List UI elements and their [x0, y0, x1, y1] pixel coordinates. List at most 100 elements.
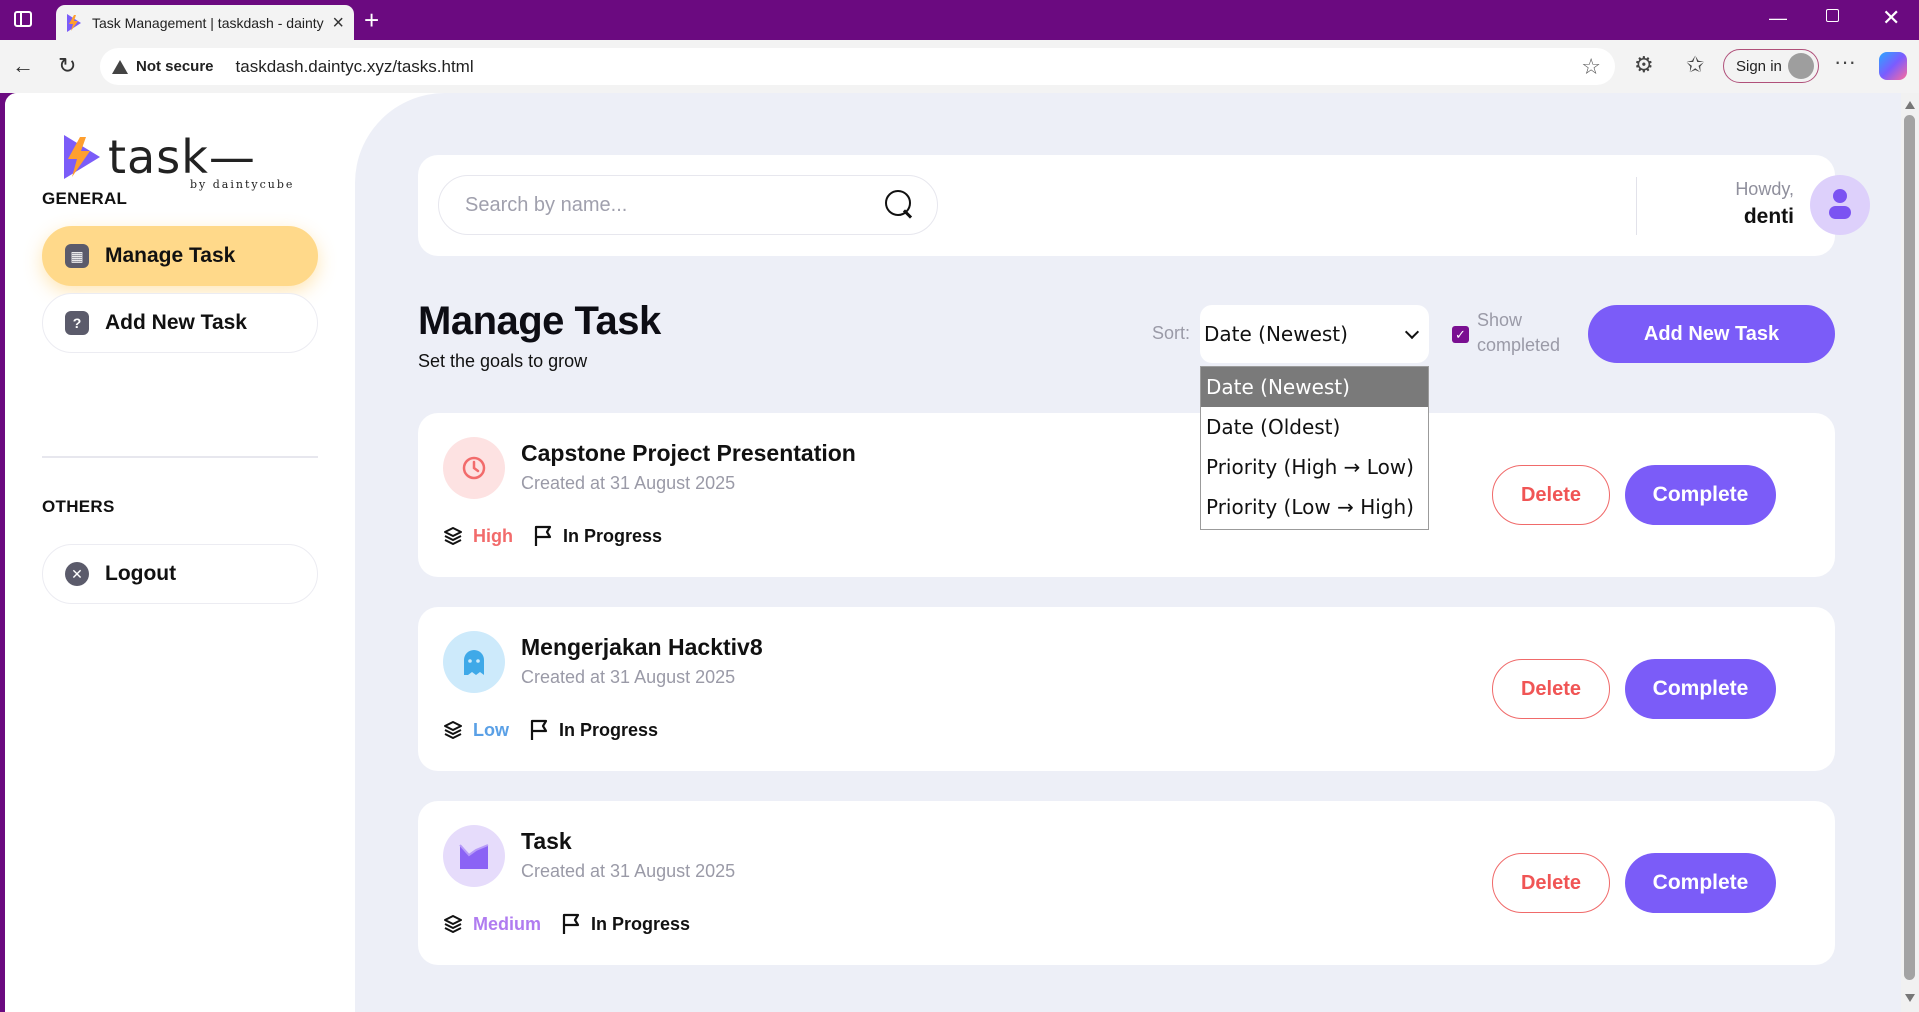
app-logo[interactable]: task—	[60, 133, 256, 181]
task-title: Task	[521, 828, 572, 854]
calendar-icon: ▦	[65, 244, 89, 268]
general-section-label: GENERAL	[42, 189, 128, 208]
task-title: Capstone Project Presentation	[521, 440, 856, 466]
sidebar-item-label: Logout	[105, 562, 177, 585]
sort-dropdown: Date (Newest) Date (Oldest) Priority (Hi…	[1200, 366, 1429, 530]
complete-button[interactable]: Complete	[1625, 465, 1776, 525]
scroll-down-icon[interactable]	[1905, 994, 1915, 1002]
layers-icon	[444, 915, 462, 933]
sidebar-item-label: Manage Task	[105, 244, 236, 267]
new-tab-icon[interactable]: +	[364, 5, 379, 36]
layers-icon	[444, 721, 462, 739]
task-created-date: Created at 31 August 2025	[521, 667, 736, 687]
top-bar: Search by name... Howdy, denti	[418, 155, 1870, 256]
restore-icon[interactable]	[1826, 9, 1839, 22]
favorites-icon[interactable]: ✩	[1686, 52, 1704, 78]
reload-icon[interactable]: ↻	[58, 53, 76, 79]
show-completed-checkbox[interactable]: ✓	[1452, 326, 1469, 343]
more-options-icon[interactable]: ···	[1834, 49, 1856, 75]
signin-label: Sign in	[1736, 57, 1782, 75]
favorite-star-icon[interactable]: ☆	[1581, 54, 1601, 80]
complete-button[interactable]: Complete	[1625, 659, 1776, 719]
sort-option-date-newest[interactable]: Date (Newest)	[1201, 367, 1428, 407]
app-logo-icon	[67, 13, 81, 32]
main-content: Search by name... Howdy, denti Manage Ta…	[355, 93, 1901, 1012]
clock-icon	[443, 437, 505, 499]
sort-option-priority-high-low[interactable]: Priority (High → Low)	[1201, 447, 1428, 487]
logo-subtext: by daintycube	[190, 178, 295, 191]
question-icon: ?	[65, 311, 89, 335]
show-completed-label[interactable]: Show completed	[1477, 308, 1587, 358]
sort-select[interactable]: Date (Newest)	[1200, 305, 1429, 363]
task-meta: High In Progress	[443, 525, 662, 547]
address-bar[interactable]: Not secure taskdash.daintyc.xyz/tasks.ht…	[100, 48, 1615, 85]
warning-icon	[112, 59, 128, 74]
sidebar-toggle-icon[interactable]	[14, 11, 32, 27]
flag-icon	[534, 525, 552, 546]
delete-button[interactable]: Delete	[1492, 853, 1610, 913]
minimize-icon[interactable]: —	[1769, 8, 1787, 29]
chevron-down-icon	[1404, 324, 1420, 340]
status-badge: In Progress	[563, 525, 663, 546]
priority-badge: Low	[473, 719, 509, 740]
sort-option-date-oldest[interactable]: Date (Oldest)	[1201, 407, 1428, 447]
sidebar-item-manage-task[interactable]: ▦ Manage Task	[42, 226, 318, 286]
extensions-icon[interactable]: ⚙	[1634, 52, 1654, 78]
logo-mark-icon	[64, 135, 100, 179]
signin-button[interactable]: Sign in	[1723, 49, 1819, 83]
status-badge: In Progress	[591, 913, 691, 934]
greeting-text: Howdy,	[1735, 179, 1794, 199]
username-text: denti	[1743, 205, 1794, 228]
priority-badge: High	[473, 525, 513, 546]
chart-icon	[443, 825, 505, 887]
task-title: Mengerjakan Hacktiv8	[521, 634, 763, 660]
user-avatar[interactable]	[1810, 175, 1870, 235]
close-circle-icon: ✕	[65, 562, 89, 586]
security-label[interactable]: Not secure	[136, 58, 214, 75]
sort-option-priority-low-high[interactable]: Priority (Low → High)	[1201, 487, 1428, 527]
sidebar-item-logout[interactable]: ✕ Logout	[42, 544, 318, 604]
task-meta: Low In Progress	[443, 719, 658, 741]
status-badge: In Progress	[559, 719, 659, 740]
search-input[interactable]: Search by name...	[438, 175, 938, 235]
complete-button[interactable]: Complete	[1625, 853, 1776, 913]
tab-title: Task Management | taskdash - daintycube	[92, 14, 324, 31]
copilot-icon[interactable]	[1879, 52, 1907, 80]
close-tab-icon[interactable]: ×	[332, 13, 344, 33]
search-icon[interactable]	[885, 190, 915, 220]
app-sidebar: task— by daintycube GENERAL ▦ Manage Tas…	[5, 93, 355, 1012]
web-page: task— by daintycube GENERAL ▦ Manage Tas…	[5, 93, 1901, 1012]
browser-titlebar: Task Management | taskdash - daintycube …	[0, 0, 1919, 40]
sidebar-divider	[42, 456, 318, 458]
close-window-icon[interactable]: ✕	[1882, 5, 1900, 31]
page-title: Manage Task	[418, 299, 661, 343]
scroll-up-icon[interactable]	[1905, 101, 1915, 109]
task-card: Capstone Project Presentation Created at…	[418, 413, 1835, 577]
sort-label: Sort:	[1152, 323, 1191, 343]
browser-toolbar: ← ↻ Not secure taskdash.daintyc.xyz/task…	[0, 40, 1919, 93]
logo-text: task—	[108, 130, 256, 184]
back-icon[interactable]: ←	[12, 53, 34, 79]
priority-badge: Medium	[473, 913, 542, 934]
task-card: Task Created at 31 August 2025 Medium In…	[418, 801, 1835, 965]
ghost-icon	[443, 631, 505, 693]
delete-button[interactable]: Delete	[1492, 465, 1610, 525]
sidebar-item-add-new-task[interactable]: ? Add New Task	[42, 293, 318, 353]
url-text[interactable]: taskdash.daintyc.xyz/tasks.html	[236, 57, 474, 77]
delete-button[interactable]: Delete	[1492, 659, 1610, 719]
layers-icon	[444, 527, 462, 545]
user-divider	[1636, 177, 1637, 235]
others-section-label: OTHERS	[42, 497, 115, 516]
task-created-date: Created at 31 August 2025	[521, 861, 736, 881]
sidebar-item-label: Add New Task	[105, 311, 247, 334]
task-created-date: Created at 31 August 2025	[521, 473, 736, 493]
page-subtitle: Set the goals to grow	[418, 351, 588, 371]
flag-icon	[530, 719, 548, 740]
sort-selected-value: Date (Newest)	[1204, 322, 1348, 346]
scrollbar-thumb[interactable]	[1904, 115, 1915, 980]
profile-avatar-icon	[1788, 53, 1814, 79]
browser-tab[interactable]: Task Management | taskdash - daintycube …	[56, 5, 354, 40]
add-new-task-button[interactable]: Add New Task	[1588, 305, 1835, 363]
task-card: Mengerjakan Hacktiv8 Created at 31 Augus…	[418, 607, 1835, 771]
flag-icon	[562, 913, 580, 934]
